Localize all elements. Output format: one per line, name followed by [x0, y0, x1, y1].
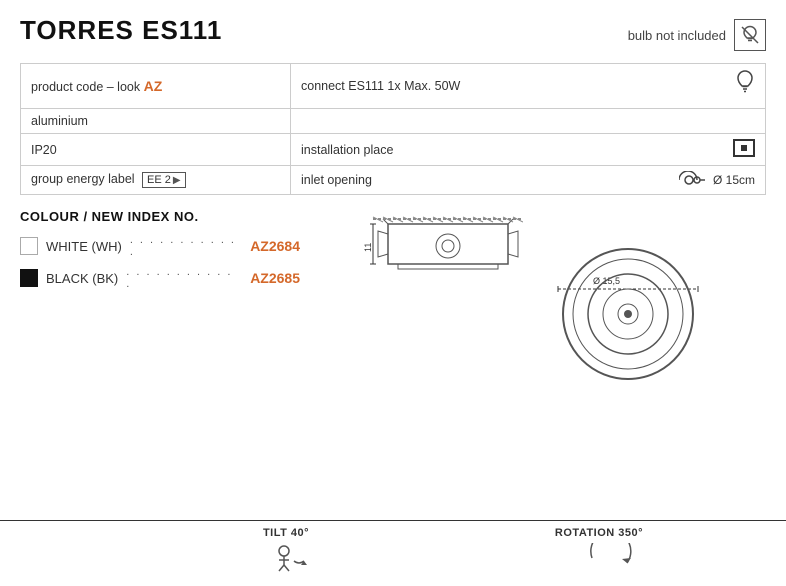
material-cell: aluminium	[21, 109, 291, 134]
black-dots: . . . . . . . . . . . .	[126, 266, 242, 290]
material-label: aluminium	[31, 114, 88, 128]
white-name: WHITE (WH)	[46, 239, 122, 254]
tilt-icon	[269, 543, 329, 573]
energy-badge: EE 2 ▶	[142, 172, 186, 188]
top-diagram-container: Ø 15,5	[543, 209, 713, 384]
tilt-rotation-labels: TILT 40° ROTATION 350°	[20, 527, 766, 539]
installation-content: installation place	[301, 139, 755, 160]
inlet-label: inlet opening	[301, 173, 372, 187]
connect-label: connect ES111 1x Max. 50W	[301, 79, 460, 93]
rotation-icon-group	[587, 543, 637, 576]
colour-item-black: BLACK (BK) . . . . . . . . . . . . AZ268…	[20, 266, 300, 290]
rotation-icon	[587, 543, 637, 573]
table-row-energy: group energy label EE 2 ▶ inlet opening	[21, 166, 766, 195]
energy-label: group energy label	[31, 172, 135, 186]
product-code-label: product code – look	[31, 80, 140, 94]
table-row-material: aluminium	[21, 109, 766, 134]
lamp-icon	[735, 69, 755, 103]
connect-content: connect ES111 1x Max. 50W	[301, 69, 755, 103]
tilt-section: TILT 40° ROTATION 350°	[0, 520, 786, 586]
product-title: TORRES ES111	[20, 15, 222, 46]
white-dots: . . . . . . . . . . . .	[130, 234, 242, 258]
material-right-cell	[291, 109, 766, 134]
black-code: AZ2685	[250, 270, 300, 286]
colour-heading: COLOUR / NEW INDEX NO.	[20, 209, 300, 224]
energy-cell: group energy label EE 2 ▶	[21, 166, 291, 195]
bulb-notice-area: bulb not included	[628, 19, 766, 51]
ip-cell: IP20	[21, 134, 291, 166]
table-row-ip: IP20 installation place	[21, 134, 766, 166]
header: TORRES ES111 bulb not included	[20, 15, 766, 51]
bulb-notice-text: bulb not included	[628, 28, 726, 43]
ip-label: IP20	[31, 143, 57, 157]
colour-section: COLOUR / NEW INDEX NO. WHITE (WH) . . . …	[20, 209, 300, 384]
product-code-az: AZ	[144, 78, 163, 94]
side-diagram-container: 11	[363, 209, 523, 309]
tilt-rotation-icons	[20, 543, 766, 576]
inlet-icon-area: Ø 15cm	[679, 171, 755, 189]
colour-item-white: WHITE (WH) . . . . . . . . . . . . AZ268…	[20, 234, 300, 258]
inlet-diameter-label: Ø 15cm	[713, 173, 755, 187]
white-code: AZ2684	[250, 238, 300, 254]
installation-cell: installation place	[291, 134, 766, 166]
black-swatch	[20, 269, 38, 287]
energy-arrow-icon: ▶	[173, 175, 181, 186]
white-swatch	[20, 237, 38, 255]
side-diagram-svg: 11	[363, 209, 523, 309]
specs-table: product code – look AZ connect ES111 1x …	[20, 63, 766, 195]
connect-cell: connect ES111 1x Max. 50W	[291, 64, 766, 109]
bulb-not-included-icon	[734, 19, 766, 51]
table-row-product-code: product code – look AZ connect ES111 1x …	[21, 64, 766, 109]
page: TORRES ES111 bulb not included product c…	[0, 0, 786, 586]
product-code-cell: product code – look AZ	[21, 64, 291, 109]
tilt-label: TILT 40°	[263, 527, 309, 539]
diagrams-area: 11	[310, 209, 766, 384]
svg-text:11: 11	[363, 243, 373, 252]
tilt-icon-group	[269, 543, 329, 576]
black-name: BLACK (BK)	[46, 271, 118, 286]
installation-icon	[733, 139, 755, 160]
energy-badge-text: EE 2	[147, 174, 171, 186]
rotation-label: ROTATION 350°	[555, 527, 643, 539]
inlet-content: inlet opening Ø 15cm	[301, 171, 755, 189]
colour-diagrams-section: COLOUR / NEW INDEX NO. WHITE (WH) . . . …	[20, 209, 766, 384]
top-diagram-svg: Ø 15,5	[543, 209, 713, 384]
installation-label: installation place	[301, 143, 393, 157]
inlet-cell: inlet opening Ø 15cm	[291, 166, 766, 195]
